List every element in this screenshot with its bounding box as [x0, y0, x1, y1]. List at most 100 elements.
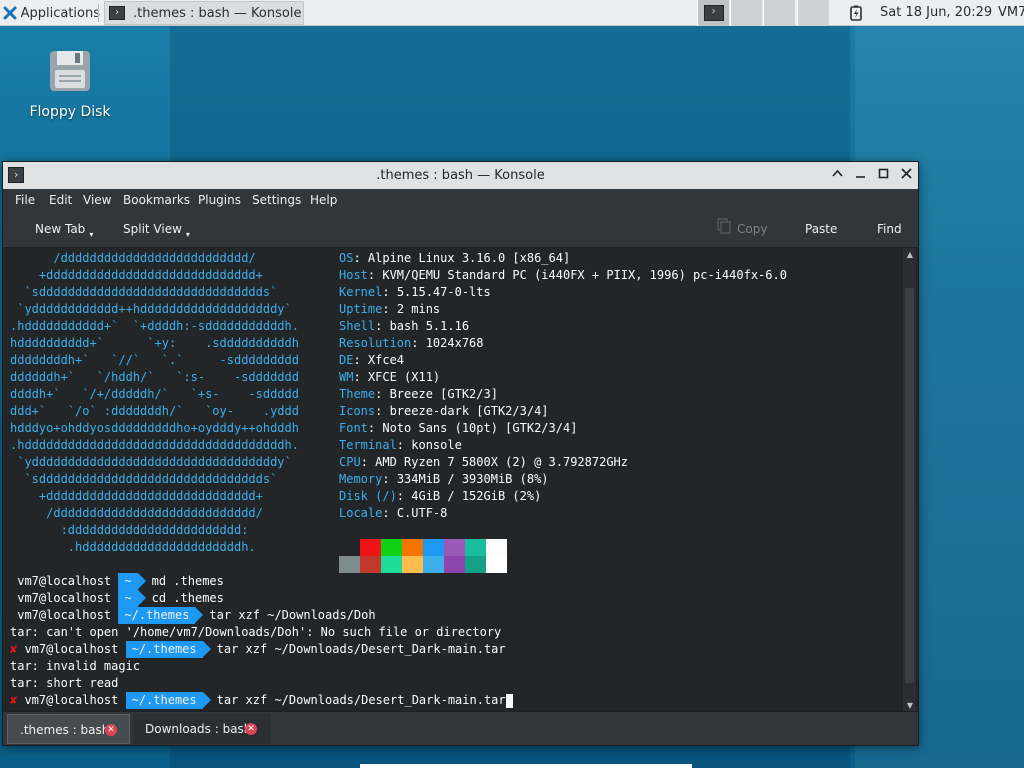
battery-icon[interactable] [849, 5, 863, 21]
workspace-4[interactable] [797, 0, 829, 26]
prompt-dir: ~ [118, 573, 146, 590]
terminal-view[interactable]: /dddddddddddddddddddddddddd/ +dddddddddd… [3, 248, 900, 713]
info-separator: : [353, 353, 368, 367]
user-menu[interactable]: VM7 [998, 0, 1024, 26]
info-row: Shell: bash 5.1.16 [339, 318, 787, 335]
workspace-1[interactable]: › [697, 0, 729, 26]
window-titlebar[interactable]: › .themes : bash — Konsole [3, 162, 918, 189]
info-separator: : [382, 285, 397, 299]
logo-line: :dddddddddddddddddddddddd: [10, 523, 249, 537]
workspace-3[interactable] [763, 0, 795, 26]
scroll-down-icon[interactable]: ▼ [905, 701, 915, 711]
keep-above-button[interactable] [829, 167, 846, 184]
info-key: DE [339, 353, 354, 367]
prompt-host: vm7@localhost [24, 642, 119, 656]
close-button[interactable] [898, 167, 915, 184]
info-row: Resolution: 1024x768 [339, 335, 787, 352]
logo-line: ddddh+` `/+/dddddh/` `+s- -sddddd [10, 387, 299, 401]
info-separator: : [396, 489, 412, 503]
menu-file[interactable]: File [15, 189, 35, 211]
clock[interactable]: Sat 18 Jun, 20:29 [880, 0, 992, 26]
menu-settings[interactable]: Settings [252, 189, 301, 211]
color-swatches-bottom [339, 556, 507, 573]
scrollbar-thumb[interactable] [905, 288, 914, 683]
color-swatch [423, 539, 444, 556]
copy-label: Copy [737, 222, 768, 236]
prompt-dir: ~/.themes [125, 692, 211, 709]
copy-icon [717, 212, 731, 248]
split-view-button[interactable]: Split View ▾ [103, 211, 190, 249]
prompt-line: ✘ vm7@localhost ~/.themes tar xzf ~/Downl… [10, 641, 506, 658]
info-key: OS [339, 251, 354, 265]
info-row: CPU: AMD Ryzen 7 5800X (2) @ 3.792872GHz [339, 454, 787, 471]
logo-line: `ydddddddddddd++hdddddddddddddddddddy` [10, 302, 292, 316]
tab-label: Downloads : bash [145, 722, 252, 736]
info-separator: : [382, 472, 397, 486]
tab-downloads-bash[interactable]: Downloads : bash ✕ [133, 714, 271, 744]
logo-line: hdddddddddd+` `+y: .sddddddddddh [10, 336, 299, 350]
prompt-dir: ~/.themes [125, 641, 211, 658]
menu-plugins[interactable]: Plugins [198, 189, 241, 211]
color-swatch [444, 556, 465, 573]
tab-close-icon[interactable]: ✕ [105, 724, 117, 736]
workspace-2[interactable] [730, 0, 762, 26]
prompt-host: vm7@localhost [24, 693, 119, 707]
info-separator: : [382, 302, 397, 316]
minimize-button[interactable] [852, 167, 869, 184]
xfce-logo-icon [3, 5, 18, 21]
menu-help[interactable]: Help [310, 189, 337, 211]
info-key: Locale [339, 506, 383, 520]
search-icon [859, 212, 871, 248]
info-separator: : [411, 336, 426, 350]
info-value: Alpine Linux 3.16.0 [x86_64] [367, 251, 571, 265]
prompt-command: tar xzf ~/Downloads/Doh [209, 608, 376, 622]
logo-line: hdddyo+ohddyosdddddddddho+oydddy++ohdddh [10, 421, 299, 435]
new-tab-button[interactable]: New Tab ▾ [15, 211, 93, 249]
paste-button[interactable]: Paste [785, 211, 837, 248]
logo-line: ddddddddh+` `//` `.` -sddddddddd [10, 353, 299, 367]
menu-view[interactable]: View [83, 189, 111, 211]
desktop-icon-floppy-disk[interactable]: Floppy Disk [28, 50, 112, 120]
konsole-window: › .themes : bash — Konsole File Edit Vie… [2, 161, 919, 746]
copy-button[interactable]: Copy [717, 211, 767, 248]
prompt-command: tar xzf ~/Downloads/Desert_Dark-main.tar [216, 693, 506, 707]
find-button[interactable]: Find [859, 211, 902, 248]
info-key: Memory [339, 472, 383, 486]
info-row: Uptime: 2 mins [339, 301, 787, 318]
split-view-label: Split View [123, 222, 182, 236]
scroll-up-icon[interactable]: ▲ [905, 250, 915, 260]
logo-line: +ddddddddddddddddddddddddddddd+ [10, 489, 263, 503]
menu-edit[interactable]: Edit [49, 189, 72, 211]
menu-bookmarks[interactable]: Bookmarks [123, 189, 190, 211]
info-key: Shell [339, 319, 376, 333]
info-value: Breeze [GTK2/3] [389, 387, 498, 401]
wallpaper-bar [360, 764, 692, 768]
prompt-dir: ~ [118, 590, 146, 607]
info-value: AMD Ryzen 7 5800X (2) @ 3.792872GHz [375, 455, 629, 469]
terminal-scrollbar[interactable]: ▲ ▼ [902, 248, 916, 713]
prompt-line: vm7@localhost ~ md .themes [10, 573, 224, 590]
prompt-line: vm7@localhost ~/.themes tar xzf ~/Downloa… [10, 607, 376, 624]
info-separator: : [396, 438, 412, 452]
output-line: tar: short read [10, 676, 119, 690]
taskbar-window-button[interactable]: › .themes : bash — Konsole [104, 1, 304, 25]
info-value: 2 mins [396, 302, 441, 316]
applications-menu-button[interactable]: Applications [0, 0, 100, 26]
info-row: Kernel: 5.15.47-0-lts [339, 284, 787, 301]
info-separator: : [353, 251, 368, 265]
color-swatch [381, 539, 402, 556]
logo-line: `sddddddddddddddddddddddddddddddds` [10, 285, 278, 299]
info-value: konsole [411, 438, 462, 452]
color-swatch [360, 539, 381, 556]
prompt-host: vm7@localhost [17, 608, 112, 622]
split-view-icon [103, 212, 117, 248]
minimize-icon [856, 176, 865, 178]
maximize-button[interactable] [875, 167, 892, 184]
text-cursor [505, 693, 513, 708]
floppy-disk-icon [49, 50, 91, 92]
tab-close-icon[interactable]: ✕ [245, 723, 257, 735]
info-separator: : [367, 268, 383, 282]
color-swatch [465, 556, 486, 573]
info-separator: : [360, 455, 376, 469]
tab-themes-bash[interactable]: .themes : bash ✕ [7, 714, 130, 744]
